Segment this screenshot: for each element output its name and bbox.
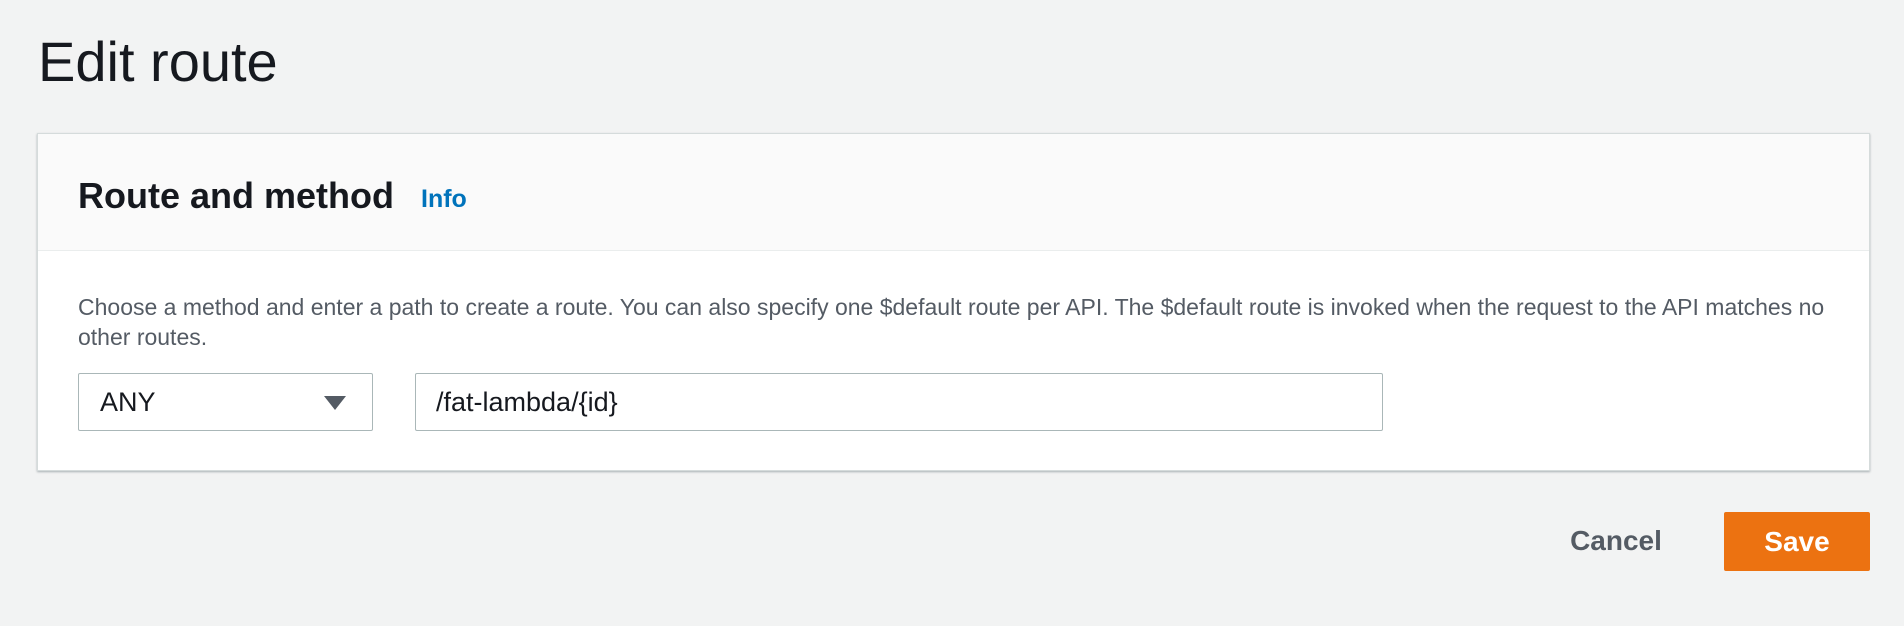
cancel-button[interactable]: Cancel [1556,512,1676,570]
method-select-value: ANY [100,387,156,417]
panel-title: Route and method [78,175,394,216]
panel-header: Route and method Info [38,134,1869,251]
caret-down-icon [324,396,346,410]
page-title: Edit route [38,30,278,93]
method-select[interactable]: ANY [78,373,373,431]
route-path-input[interactable] [415,373,1383,431]
save-button[interactable]: Save [1724,512,1870,571]
info-link[interactable]: Info [421,184,467,214]
route-and-method-panel: Route and method Info Choose a method an… [37,133,1870,471]
panel-description: Choose a method and enter a path to crea… [78,294,1825,350]
